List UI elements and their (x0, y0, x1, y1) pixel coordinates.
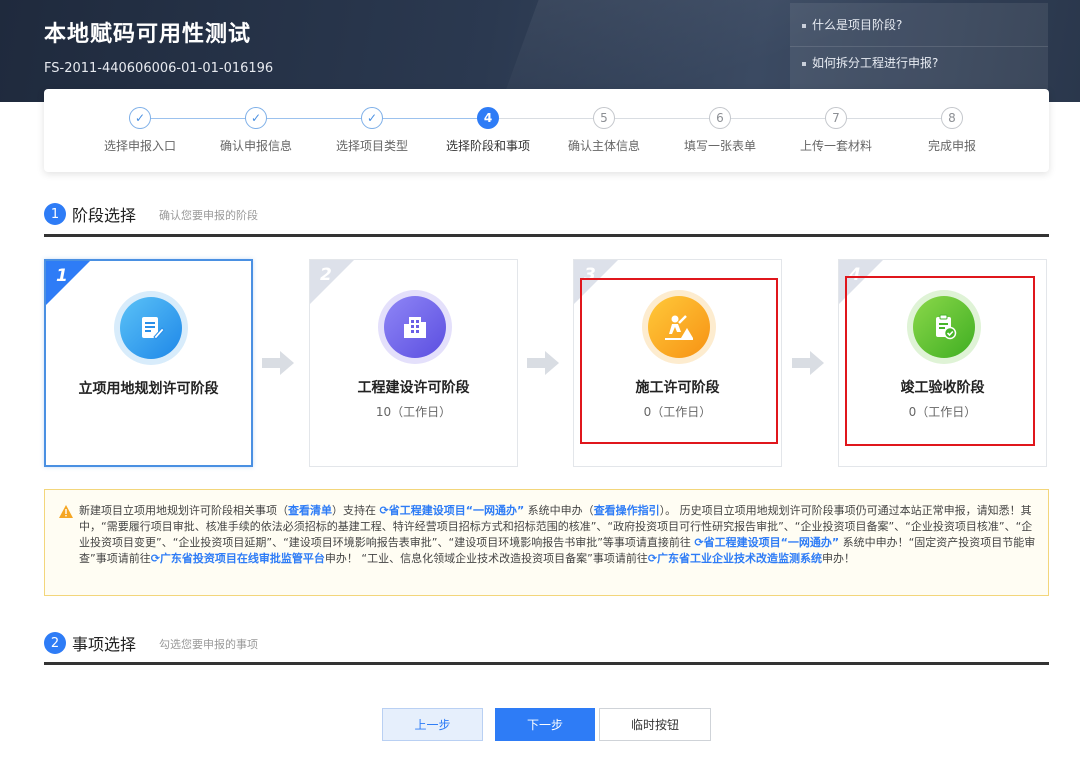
section-divider (44, 234, 1049, 237)
step-number: 4 (477, 107, 499, 129)
step-connector (256, 118, 372, 119)
project-title: 本地赋码可用性测试 (44, 22, 252, 47)
bullet-icon (802, 23, 806, 28)
step-number: 8 (941, 107, 963, 129)
step-connector (836, 118, 952, 119)
section-number: 1 (44, 203, 66, 225)
highlight-box (845, 276, 1035, 446)
stage-name: 工程建设许可阶段 (357, 380, 470, 396)
stage-number: 2 (320, 265, 332, 285)
step-number: 5 (593, 107, 615, 129)
help-links-panel: 什么是项目阶段? 如何拆分工程进行申报? (790, 3, 1048, 89)
step-label: 选择阶段和事项 (445, 139, 530, 153)
provincial-one-network-link-2[interactable]: ⟳省工程建设项目“一网通办” (694, 536, 839, 549)
operation-guide-link[interactable]: 查看操作指引 (594, 504, 660, 517)
section-title: 阶段选择 (72, 206, 137, 225)
stage-card-land-planning[interactable]: 1 立项用地规划许可阶段 (44, 259, 253, 467)
section-subtitle: 确认您要申报的阶段 (159, 209, 258, 222)
step-label: 选择项目类型 (335, 139, 408, 153)
prev-step-button[interactable]: 上一步 (382, 708, 483, 741)
step-4: 4 选择阶段和事项 (430, 107, 546, 154)
bullet-icon (802, 61, 806, 66)
section-divider (44, 662, 1049, 665)
notice-text: 新建项目立项用地规划许可阶段相关事项（查看清单）支持在 ⟳省工程建设项目“一网通… (79, 504, 1036, 565)
corner-ribbon (46, 261, 91, 306)
check-icon: ✓ (129, 107, 151, 129)
section-stage-select-header: 1 阶段选择 确认您要申报的阶段 (44, 202, 444, 230)
step-number: 6 (709, 107, 731, 129)
building-icon (378, 290, 452, 364)
step-number: 7 (825, 107, 847, 129)
step-3: ✓ 选择项目类型 (314, 107, 430, 154)
view-list-link[interactable]: 查看清单 (288, 504, 332, 517)
provincial-one-network-link[interactable]: ⟳省工程建设项目“一网通办” (380, 504, 525, 517)
stage-number: 1 (56, 266, 68, 286)
tech-transformation-system-link[interactable]: ⟳广东省工业企业技术改造监测系统 (648, 552, 822, 565)
step-connector (488, 118, 604, 119)
section-number: 2 (44, 632, 66, 654)
step-label: 确认申报信息 (219, 139, 292, 153)
step-connector (372, 118, 488, 119)
section-title: 事项选择 (72, 635, 137, 654)
step-connector (604, 118, 720, 119)
step-label: 确认主体信息 (567, 139, 640, 153)
document-edit-icon (114, 291, 188, 365)
header-banner: 本地赋码可用性测试 FS-2011-440606006-01-01-016196… (0, 0, 1080, 102)
step-1: ✓ 选择申报入口 (82, 107, 198, 154)
step-8: 8 完成申报 (894, 107, 1010, 154)
help-link-split-project[interactable]: 如何拆分工程进行申报? (802, 54, 938, 71)
step-7: 7 上传一套材料 (778, 107, 894, 154)
warning-icon (59, 505, 73, 518)
arrow-right-icon (527, 351, 559, 375)
stage-card-construction-permit[interactable]: 2 工程建设许可阶段 10（工作日） (309, 259, 518, 467)
check-icon: ✓ (361, 107, 383, 129)
help-link-what-is-stage[interactable]: 什么是项目阶段? (802, 16, 902, 33)
step-progress-bar: ✓ 选择申报入口 ✓ 确认申报信息 ✓ 选择项目类型 4 选择阶段和事项 5 确认主体信息… (44, 89, 1049, 172)
step-connector (140, 118, 256, 119)
step-label: 上传一套材料 (799, 139, 872, 153)
divider (790, 46, 1048, 47)
stage-days: 10（工作日） (375, 405, 452, 419)
step-6: 6 填写一张表单 (662, 107, 778, 154)
check-icon: ✓ (245, 107, 267, 129)
arrow-right-icon (792, 351, 824, 375)
arrow-right-icon (262, 351, 294, 375)
step-label: 选择申报入口 (103, 139, 176, 153)
step-2: ✓ 确认申报信息 (198, 107, 314, 154)
section-subtitle: 勾选您要申报的事项 (159, 638, 258, 651)
step-label: 填写一张表单 (683, 139, 756, 153)
step-5: 5 确认主体信息 (546, 107, 662, 154)
section-item-select-header: 2 事项选择 勾选您要申报的事项 (44, 631, 444, 659)
next-step-button[interactable]: 下一步 (495, 708, 595, 741)
project-code: FS-2011-440606006-01-01-016196 (44, 61, 274, 76)
corner-ribbon (310, 260, 355, 305)
step-label: 完成申报 (927, 139, 976, 153)
investment-approval-platform-link[interactable]: ⟳广东省投资项目在线审批监管平台 (151, 552, 325, 565)
stage-name: 立项用地规划许可阶段 (78, 381, 219, 397)
temp-button[interactable]: 临时按钮 (599, 708, 711, 741)
highlight-box (580, 278, 778, 444)
step-connector (720, 118, 836, 119)
notice-banner: 新建项目立项用地规划许可阶段相关事项（查看清单）支持在 ⟳省工程建设项目“一网通… (44, 489, 1049, 596)
